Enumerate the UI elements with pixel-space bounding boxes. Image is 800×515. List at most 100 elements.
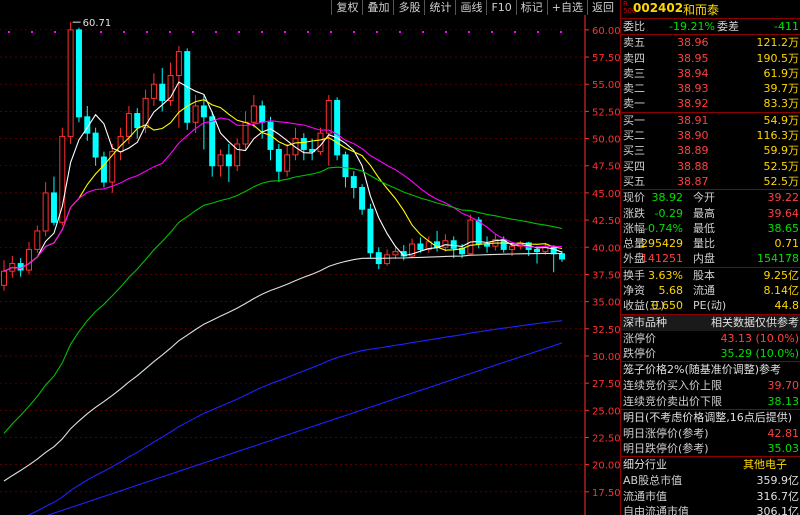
candle-body [34,230,41,250]
sell-row[interactable]: 卖一 38.92 83.3万 [621,96,800,111]
stats-v1: -0.74% [644,221,683,235]
candle-body [250,105,257,123]
toolbar-btn-6[interactable]: 标记 [515,0,547,15]
stats-l2: 内盘 [693,252,715,266]
buy-row[interactable]: 买四 38.88 52.5万 [621,159,800,174]
event-marker [468,31,470,33]
caps-label: AB股总市值 [623,474,683,488]
cage-label: 连续竞价买入价上限 [623,379,722,393]
industry-row: 细分行业 其他电子 [621,456,800,473]
market-row: 深市品种 相关数据仅供参考 [621,313,800,331]
sell-row[interactable]: 卖三 38.94 61.9万 [621,66,800,81]
peak-price-label: 60.71 [83,18,112,29]
y-tick-label: 57.50 [592,53,620,64]
candle-body [209,116,216,167]
buy-vol: 52.5万 [763,174,800,188]
industry-value: 其他电子 [743,458,787,472]
cage-rows: 连续竞价买入价上限 39.70 连续竞价卖出价下限 38.13 [621,378,800,409]
caps-label: 自由流通市值 [623,505,689,515]
stats2-l2: 流通 [693,284,715,298]
tomorrow-title-text: 明日(不考虑价格调整,16点后提供) [623,410,793,424]
toolbar-btn-3[interactable]: 统计 [424,0,455,15]
event-marker [537,31,539,33]
event-marker [192,31,194,33]
sell-row[interactable]: 卖二 38.93 39.7万 [621,81,800,96]
y-tick-label: 37.50 [592,270,620,281]
tomorrow-row: 明日跌停价(参考) 35.03 [621,441,800,456]
sell-label: 卖二 [623,82,645,96]
stats2-l1: 换手 [623,268,645,282]
stats-row: 现价 38.92 今开 39.22 [621,190,800,205]
sell-label: 卖三 [623,66,645,80]
candle-body [1,270,7,286]
buy-price: 38.90 [677,129,709,143]
candle-body [467,219,474,255]
toolbar-btn-2[interactable]: 多股 [393,0,424,15]
stats2-l2: 股本 [693,268,715,282]
sell-row[interactable]: 卖五 38.96 121.2万 [621,35,800,50]
candle-body [334,100,341,156]
ma60-line [3,166,563,434]
stats-v2: 39.22 [767,191,800,205]
buy-row[interactable]: 买一 38.91 54.9万 [621,113,800,128]
toolbar-btn-4[interactable]: 画线 [455,0,486,15]
event-marker [31,31,33,33]
stats-l2: 最高 [693,206,715,220]
market-note: 相关数据仅供参考 [711,315,799,329]
buy-price: 38.87 [677,174,709,188]
y-tick-label: 25.00 [592,406,620,417]
buy-row[interactable]: 买五 38.87 52.5万 [621,174,800,189]
y-tick-label: 42.50 [592,216,620,227]
y-tick-label: 47.50 [592,162,620,173]
buy-label: 买二 [623,129,645,143]
candle-body [350,176,357,188]
event-marker [445,31,447,33]
candle-body [225,154,232,167]
toolbar-btn-1[interactable]: 叠加 [362,0,393,15]
buy-vol: 59.9万 [763,144,800,158]
event-marker [169,31,171,33]
candle-body [392,251,399,256]
cage-row: 连续竞价卖出价下限 38.13 [621,394,800,409]
buy-label: 买一 [623,113,645,127]
stats2-v1: 0.650 [651,299,684,313]
share-stats: 换手 3.63% 股本 9.25亿 净资 5.68 流通 8.14亿 收益(三) 0.650 PE(… [621,266,800,314]
sell-row[interactable]: 卖四 38.95 190.5万 [621,51,800,66]
y-tick-label: 52.50 [592,107,620,118]
candle-body [342,154,349,178]
limit-prices: 涨停价 43.13 (10.0%) 跌停价 35.29 (10.0%) [621,331,800,362]
sell-orders: 卖五 38.96 121.2万 卖四 38.95 190.5万 卖三 38.94 61.9万 卖二… [621,34,800,111]
candle-body [192,105,199,123]
buy-row[interactable]: 买二 38.90 116.3万 [621,128,800,143]
toolbar-btn-0[interactable]: 复权 [331,0,362,15]
cage-title: 笼子价格2%(随基准价调整)参考 [621,361,800,378]
candle-body [175,51,182,77]
toolbar-btn-5[interactable]: F10 [486,0,515,15]
candle-body [125,113,132,137]
stats2-v2: 9.25亿 [763,268,800,282]
buy-price: 38.89 [677,144,709,158]
weicha-value: -411 [774,20,799,33]
tomorrow-value: 42.81 [767,426,800,440]
cage-title-text: 笼子价格2%(随基准价调整)参考 [623,363,782,377]
toolbar-btn-7[interactable]: +自选 [546,0,587,15]
stats-l2: 最低 [693,221,715,235]
toolbar-btn-8[interactable]: 返回 [587,0,618,15]
stock-code: 002402 [633,1,684,15]
caps-value: 359.9亿 [756,474,800,488]
kline-chart[interactable]: 60.00 57.50 55.00 52.50 50.00 47.50 45.00 42.50… [0,15,620,515]
y-tick-label: 50.00 [592,135,620,146]
stats-l1: 涨跌 [623,206,645,220]
stats-v1: 38.92 [651,191,684,205]
event-marker [146,31,148,33]
sell-price: 38.95 [677,51,709,65]
candle-body [442,240,449,248]
stats-v1: 141251 [641,252,683,266]
sell-vol: 39.7万 [763,82,800,96]
weibi-value: -19.21% [669,20,715,33]
y-tick-label: 30.00 [592,352,620,363]
buy-row[interactable]: 买三 38.89 59.9万 [621,143,800,158]
stats-row: 外盘 141251 内盘 154178 [621,251,800,266]
candle-body [59,135,66,223]
candle-body [25,248,32,271]
